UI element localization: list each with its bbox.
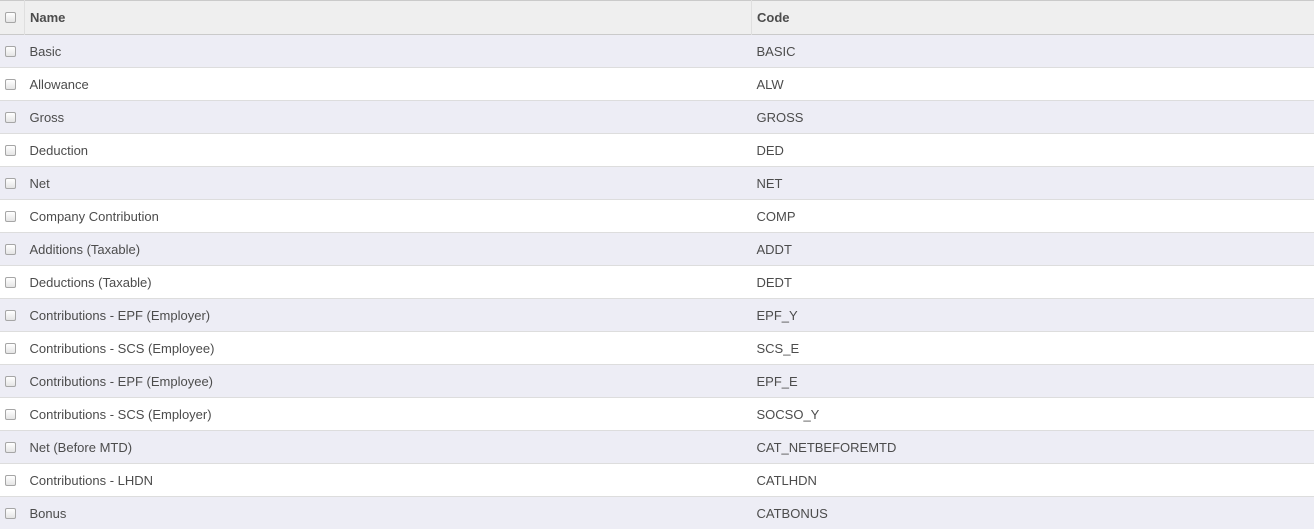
- row-select-cell: [0, 299, 25, 332]
- table-row[interactable]: Company Contribution COMP: [0, 199, 1314, 233]
- table-row[interactable]: Contributions - EPF (Employer) EPF_Y: [0, 298, 1314, 332]
- row-select-cell: [0, 233, 25, 266]
- cell-code: BASIC: [756, 43, 796, 59]
- cell-name: Contributions - SCS (Employer): [29, 406, 212, 422]
- row-select-cell: [0, 167, 25, 200]
- cell-code: ADDT: [756, 241, 792, 257]
- cell-code: ALW: [756, 76, 784, 92]
- cell-code: COMP: [756, 208, 796, 224]
- row-select-cell: [0, 200, 25, 233]
- cell-name: Basic: [29, 43, 62, 59]
- row-select-cell: [0, 35, 25, 68]
- table-row[interactable]: Contributions - SCS (Employee) SCS_E: [0, 331, 1314, 365]
- table-row[interactable]: Gross GROSS: [0, 100, 1314, 134]
- cell-name: Contributions - SCS (Employee): [29, 340, 215, 356]
- cell-code: EPF_Y: [756, 307, 798, 323]
- row-select-checkbox[interactable]: [5, 45, 16, 57]
- row-select-cell: [0, 332, 25, 365]
- cell-name: Company Contribution: [29, 208, 159, 224]
- row-select-checkbox[interactable]: [5, 408, 16, 420]
- row-select-cell: [0, 101, 25, 134]
- table-row[interactable]: Contributions - LHDN CATLHDN: [0, 463, 1314, 497]
- row-select-cell: [0, 497, 25, 529]
- row-select-cell: [0, 398, 25, 431]
- cell-name: Deductions (Taxable): [29, 274, 152, 290]
- row-select-checkbox[interactable]: [5, 441, 16, 453]
- cell-name: Gross: [29, 109, 65, 125]
- cell-name: Contributions - EPF (Employee): [29, 373, 214, 389]
- row-select-cell: [0, 68, 25, 101]
- row-select-checkbox[interactable]: [5, 309, 16, 321]
- row-select-cell: [0, 431, 25, 464]
- row-select-cell: [0, 266, 25, 299]
- table-row[interactable]: Net NET: [0, 166, 1314, 200]
- row-select-checkbox[interactable]: [5, 177, 16, 189]
- row-select-checkbox[interactable]: [5, 276, 16, 288]
- header-row: Name Code: [0, 0, 1314, 35]
- row-select-cell: [0, 134, 25, 167]
- cell-name: Contributions - EPF (Employer): [29, 307, 211, 323]
- list-body: Basic BASIC Allowance ALW Gross GROSS Deductio…: [0, 34, 1314, 529]
- row-select-checkbox[interactable]: [5, 111, 16, 123]
- cell-name: Net (Before MTD): [29, 439, 133, 455]
- column-header-code[interactable]: Code: [752, 1, 1314, 35]
- cell-name: Additions (Taxable): [29, 241, 141, 257]
- cell-code: CAT_NETBEFOREMTD: [756, 439, 897, 455]
- list-header: Name Code: [0, 0, 1314, 35]
- cell-code: CATBONUS: [756, 505, 828, 521]
- row-select-checkbox[interactable]: [5, 78, 16, 90]
- table-row[interactable]: Additions (Taxable) ADDT: [0, 232, 1314, 266]
- cell-name: Net: [29, 175, 50, 191]
- cell-name: Allowance: [29, 76, 89, 92]
- salary-category-list: Name Code Basic BASIC Allowance ALW Gross GRO…: [0, 0, 1314, 529]
- row-select-checkbox[interactable]: [5, 474, 16, 486]
- column-header-name[interactable]: Name: [24, 0, 752, 35]
- row-select-checkbox[interactable]: [5, 342, 16, 354]
- row-select-checkbox[interactable]: [5, 210, 16, 222]
- cell-code: EPF_E: [756, 373, 798, 389]
- select-all-cell: [0, 0, 25, 35]
- row-select-cell: [0, 464, 25, 497]
- row-select-cell: [0, 365, 25, 398]
- row-select-checkbox[interactable]: [5, 507, 16, 519]
- cell-code: SCS_E: [756, 340, 800, 356]
- cell-code: DED: [756, 142, 784, 158]
- table-row[interactable]: Bonus CATBONUS: [0, 496, 1314, 529]
- cell-name: Contributions - LHDN: [29, 472, 154, 488]
- table-row[interactable]: Deductions (Taxable) DEDT: [0, 265, 1314, 299]
- table-row[interactable]: Net (Before MTD) CAT_NETBEFOREMTD: [0, 430, 1314, 464]
- cell-name: Deduction: [29, 142, 89, 158]
- table-row[interactable]: Allowance ALW: [0, 67, 1314, 101]
- table-row[interactable]: Deduction DED: [0, 133, 1314, 167]
- row-select-checkbox[interactable]: [5, 375, 16, 387]
- cell-code: SOCSO_Y: [756, 406, 820, 422]
- table-row[interactable]: Contributions - SCS (Employer) SOCSO_Y: [0, 397, 1314, 431]
- cell-code: NET: [756, 175, 783, 191]
- cell-code: DEDT: [756, 274, 792, 290]
- cell-code: GROSS: [756, 109, 804, 125]
- select-all-checkbox[interactable]: [5, 12, 16, 24]
- cell-code: CATLHDN: [756, 472, 817, 488]
- cell-name: Bonus: [29, 505, 67, 521]
- row-select-checkbox[interactable]: [5, 144, 16, 156]
- row-select-checkbox[interactable]: [5, 243, 16, 255]
- table-row[interactable]: Basic BASIC: [0, 34, 1314, 68]
- table-row[interactable]: Contributions - EPF (Employee) EPF_E: [0, 364, 1314, 398]
